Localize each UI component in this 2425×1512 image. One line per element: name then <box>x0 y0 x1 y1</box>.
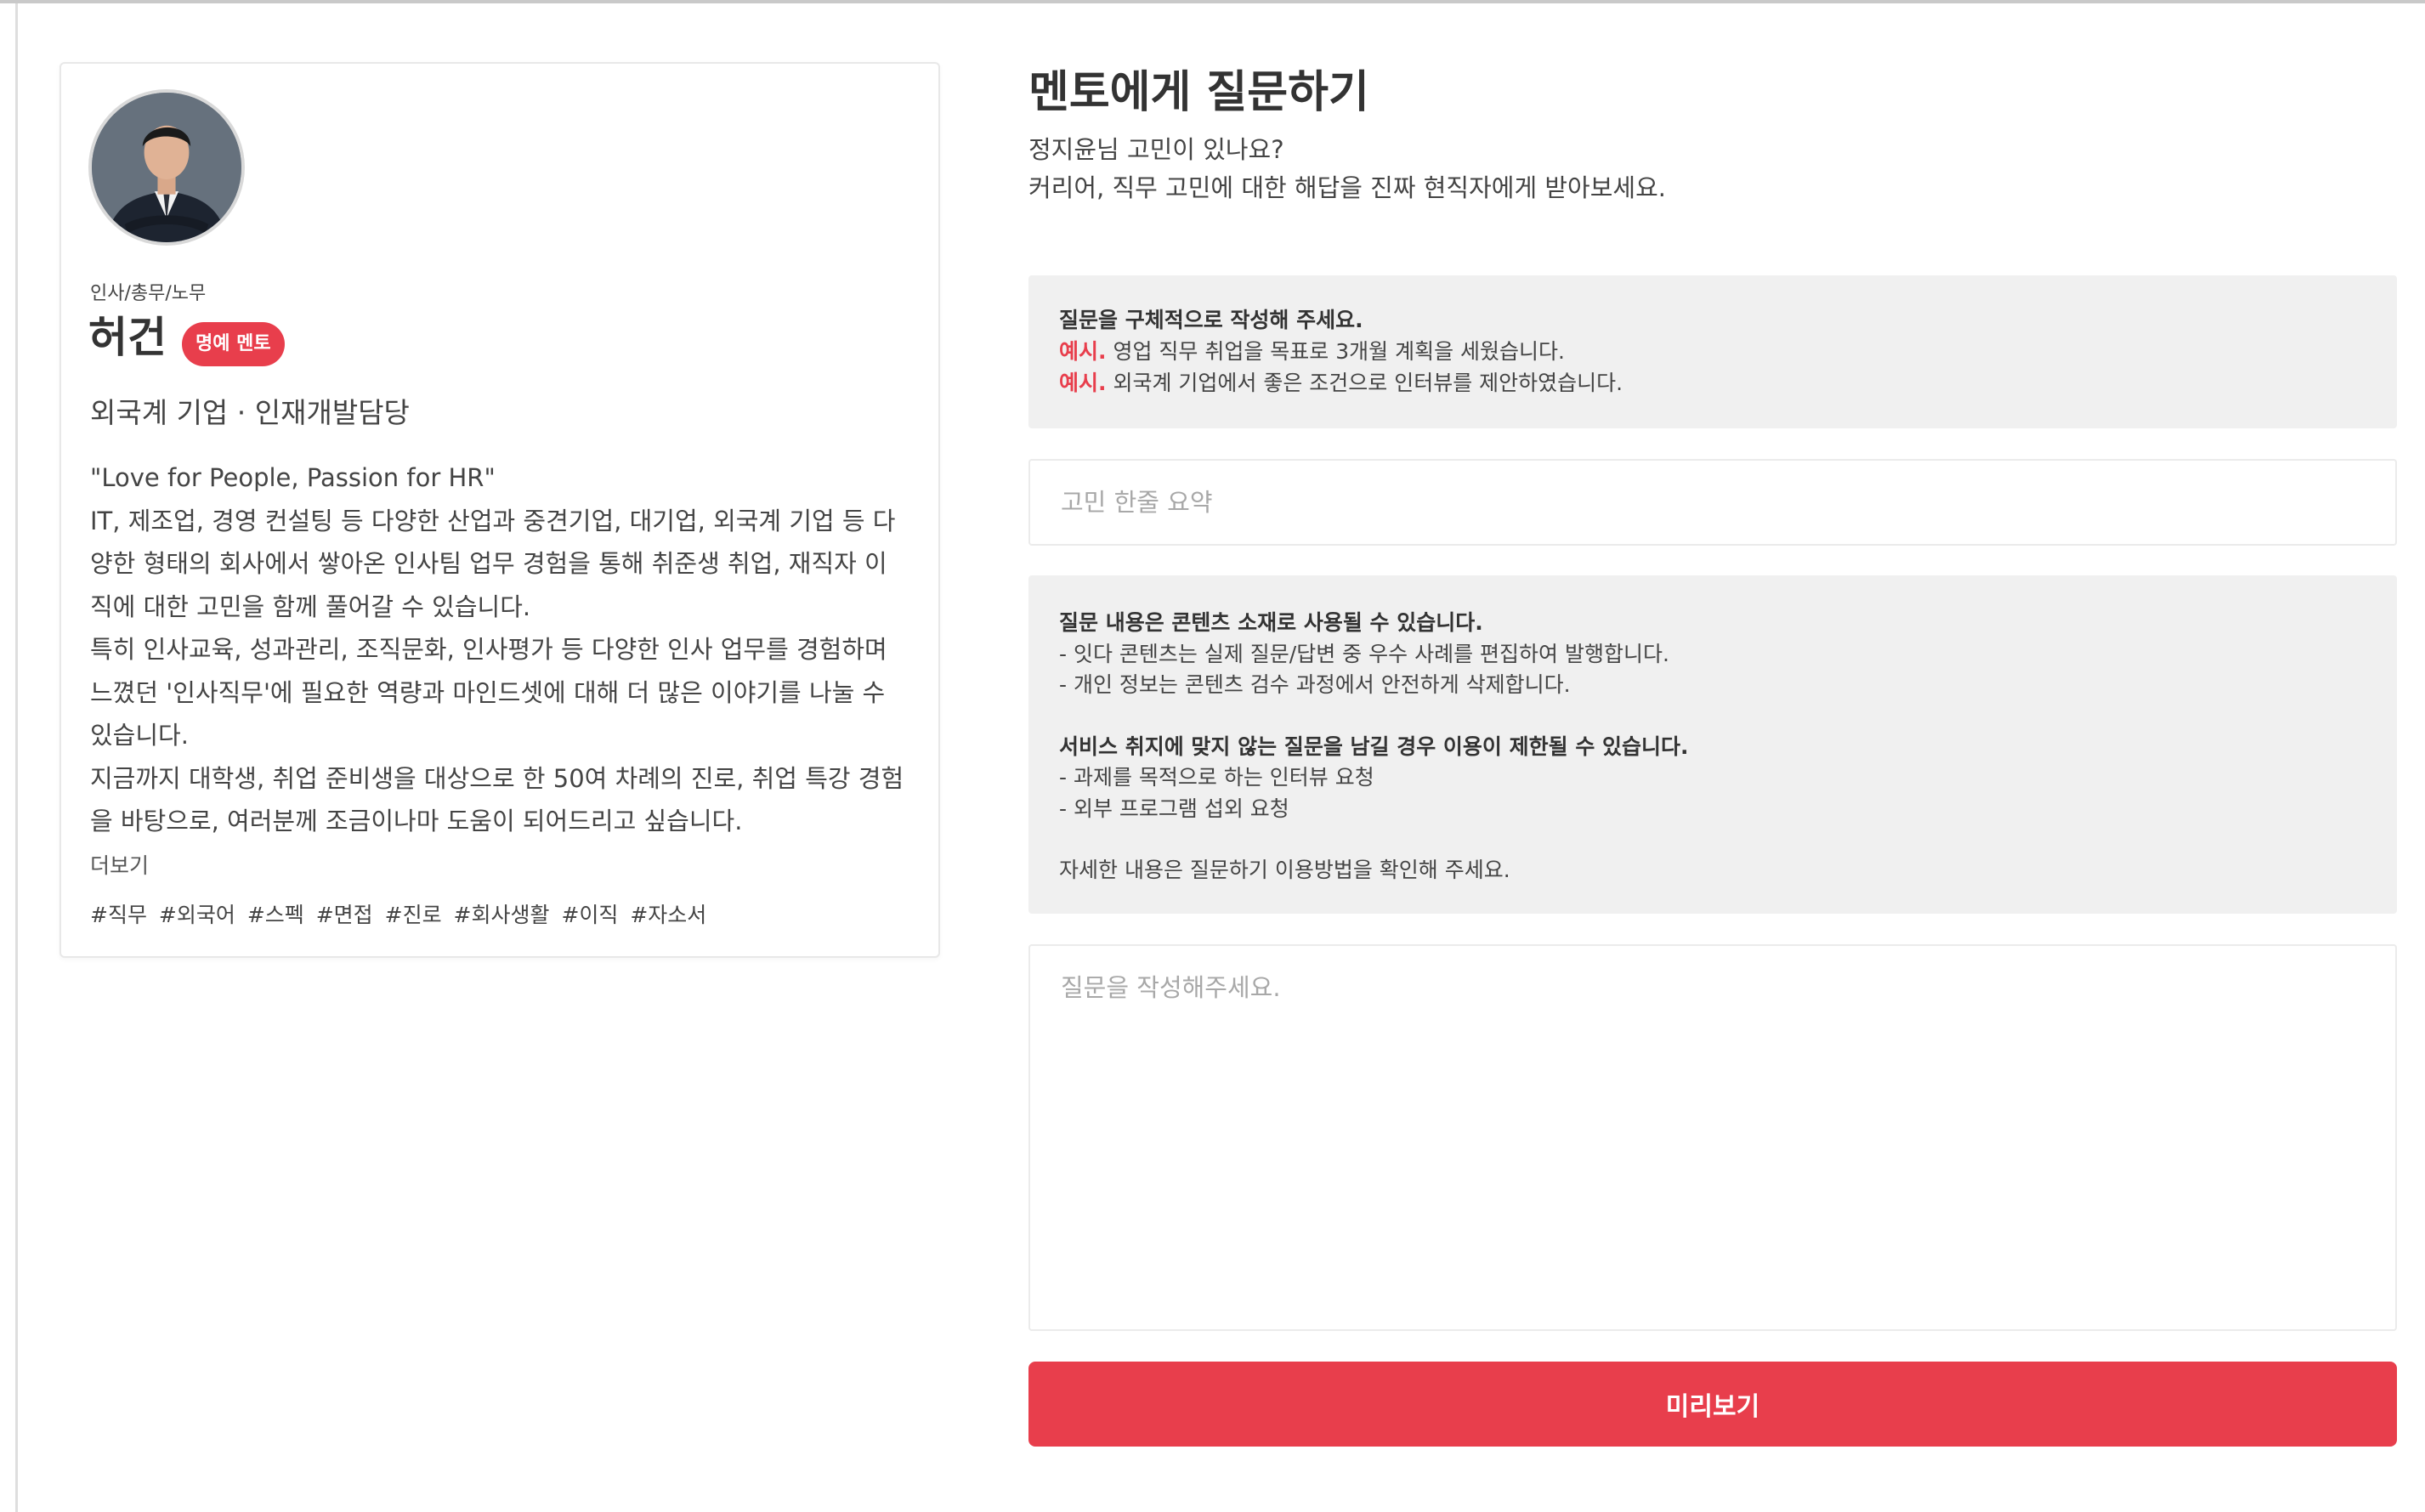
example-text: 영업 직무 취업을 목표로 3개월 계획을 세웠습니다. <box>1106 339 1565 364</box>
company-position: 외국계 기업 · 인재개발담당 <box>90 396 410 429</box>
notice-heading-restriction: 서비스 취지에 맞지 않는 질문을 남길 경우 이용이 제한될 수 있습니다. <box>1059 733 1689 759</box>
mentor-portrait-image <box>92 93 241 242</box>
page-subtitle: 정지윤님 고민이 있나요? 커리어, 직무 고민에 대한 해답을 진짜 현직자에… <box>1028 131 1666 207</box>
subtitle-description: 커리어, 직무 고민에 대한 해답을 진짜 현직자에게 받아보세요. <box>1028 173 1666 202</box>
guide-example: 예시. 외국계 기업에서 좋은 조건으로 인터뷰를 제안하였습니다. <box>1059 367 2366 399</box>
tag: #외국어 <box>158 903 235 927</box>
notice-heading-content: 질문 내용은 콘텐츠 소재로 사용될 수 있습니다. <box>1059 610 1483 635</box>
mentor-avatar <box>88 89 245 246</box>
bio-line: IT, 제조업, 경영 컨설팅 등 다양한 산업과 중견기업, 대기업, 외국계… <box>90 506 896 535</box>
page-title: 멘토에게 질문하기 <box>1028 67 1369 118</box>
tag: #스펙 <box>246 903 304 927</box>
bio-line: 지금까지 대학생, 취업 준비생을 대상으로 한 50여 차례의 진로, 취업 … <box>90 763 904 793</box>
mentor-bio: "Love for People, Passion for HR" IT, 제조… <box>90 456 915 843</box>
preview-button[interactable]: 미리보기 <box>1028 1362 2397 1447</box>
bio-line: 있습니다. <box>90 721 189 750</box>
question-textarea[interactable] <box>1028 944 2397 1331</box>
subtitle-greeting: 정지윤님 고민이 있나요? <box>1028 135 1284 164</box>
tag: #이직 <box>561 903 619 927</box>
bio-line: 느꼈던 '인사직무'에 필요한 역량과 마인드셋에 대해 더 많은 이야기를 나… <box>90 677 886 707</box>
notice-item: - 과제를 목적으로 하는 인터뷰 요청 <box>1059 765 1374 790</box>
window-top-border <box>0 0 2425 3</box>
mentor-name: 허건 <box>88 313 167 362</box>
example-label: 예시. <box>1059 339 1107 364</box>
honor-mentor-badge: 명예 멘토 <box>182 322 285 366</box>
window-left-border <box>15 3 18 1512</box>
tag: #직무 <box>90 903 147 927</box>
notice-item: - 외부 프로그램 섭외 요청 <box>1059 796 1289 821</box>
guide-example: 예시. 영업 직무 취업을 목표로 3개월 계획을 세웠습니다. <box>1059 336 2366 367</box>
notice-box: 질문 내용은 콘텐츠 소재로 사용될 수 있습니다. - 잇다 콘텐츠는 실제 … <box>1028 575 2397 914</box>
example-text: 외국계 기업에서 좋은 조건으로 인터뷰를 제안하였습니다. <box>1106 371 1623 395</box>
question-guide-box: 질문을 구체적으로 작성해 주세요. 예시. 영업 직무 취업을 목표로 3개월… <box>1028 275 2397 428</box>
mentor-tags: #직무 #외국어 #스펙 #면접 #진로 #회사생활 #이직 #자소서 <box>90 898 711 929</box>
bio-more-link[interactable]: 더보기 <box>90 849 149 880</box>
tag: #자소서 <box>630 903 707 927</box>
bio-line: "Love for People, Passion for HR" <box>90 463 496 492</box>
bio-line: 직에 대한 고민을 함께 풀어갈 수 있습니다. <box>90 592 531 621</box>
job-category: 인사/총무/노무 <box>90 283 207 304</box>
example-label: 예시. <box>1059 371 1107 395</box>
tag: #면접 <box>315 903 373 927</box>
summary-input[interactable] <box>1028 459 2397 546</box>
tag: #진로 <box>384 903 442 927</box>
bio-line: 특히 인사교육, 성과관리, 조직문화, 인사평가 등 다양한 인사 업무를 경… <box>90 635 887 664</box>
notice-item: - 잇다 콘텐츠는 실제 질문/답변 중 우수 사례를 편집하여 발행합니다. <box>1059 641 1669 666</box>
bio-line: 양한 형태의 회사에서 쌓아온 인사팀 업무 경험을 통해 취준생 취업, 재직… <box>90 549 887 578</box>
guide-heading: 질문을 구체적으로 작성해 주세요. <box>1059 308 1363 332</box>
bio-line: 을 바탕으로, 여러분께 조금이나마 도움이 되어드리고 싶습니다. <box>90 807 743 835</box>
mentor-profile-card: 인사/총무/노무 허건 명예 멘토 외국계 기업 · 인재개발담당 "Love … <box>59 62 940 958</box>
notice-item: - 개인 정보는 콘텐츠 검수 과정에서 안전하게 삭제합니다. <box>1059 672 1571 697</box>
tag: #회사생활 <box>453 903 550 927</box>
notice-footer: 자세한 내용은 질문하기 이용방법을 확인해 주세요. <box>1059 858 1510 882</box>
